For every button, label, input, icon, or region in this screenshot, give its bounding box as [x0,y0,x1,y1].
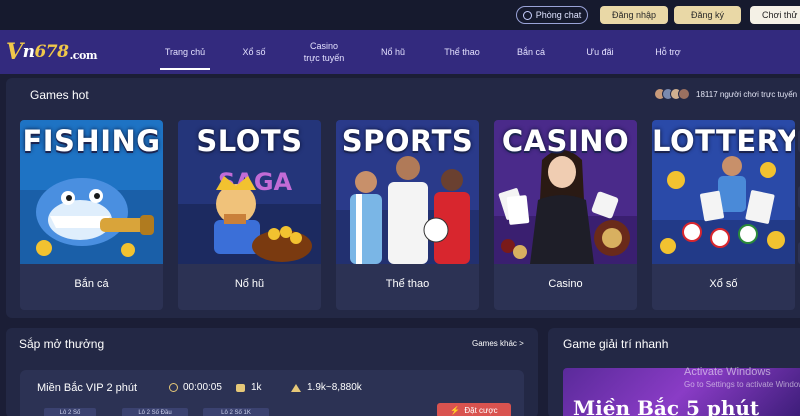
logo-number: 678 [34,42,69,62]
online-players-text: 18117 người chơi trực tuyến [696,89,798,99]
card-title: FISHING [22,124,161,158]
card-label: Casino [548,278,583,290]
nav-label: Ưu đãi [586,47,614,57]
card-title: SLOTS [196,124,303,158]
game-card-lottery[interactable]: LOTTERY Xổ số [652,120,795,310]
bet-type-chip[interactable]: Lô 2 Số 1K [203,408,269,416]
nav-sports[interactable]: Thể thao [436,30,488,74]
nav-label: Casino [309,41,338,51]
nav-label: Bắn cá [516,47,546,57]
chat-icon [522,10,532,20]
activate-line1: Activate Windows [684,366,771,378]
trial-play-button[interactable]: Chơi thử [750,6,800,24]
nav-promotions[interactable]: Ưu đãi [578,30,622,74]
top-utility-bar: Phòng chat Đăng nhập Đăng ký Chơi thử [0,0,800,30]
card-label: Bắn cá [74,278,109,290]
logo-n: n [22,42,35,62]
upcoming-draws-title: Sắp mở thưởng [19,337,105,351]
nav-home[interactable]: Trang chủ [160,30,210,74]
nav-support[interactable]: Hỗ trợ [646,30,690,74]
quick-games-title: Game giải trí nhanh [563,337,669,351]
bet-type-chip[interactable]: Lô 2 Số Đầu [122,408,188,416]
lightning-icon: ⚡ [450,406,461,415]
min-bet-value: 1k [251,382,262,393]
windows-activation-watermark: Activate Windows Go to Settings to activ… [684,366,800,389]
draw-row: Miền Bắc VIP 2 phút 00:00:05 1k 1.9k~8,8… [20,370,524,416]
chat-room-label: Phòng chat [535,10,582,20]
online-players: 18117 người chơi trực tuyến [654,88,797,100]
card-label: Thể thao [385,278,430,290]
register-button[interactable]: Đăng ký [674,6,741,24]
nav-lottery[interactable]: Xổ số [232,30,276,74]
logo-v: V [6,39,23,65]
logo-domain: .com [69,48,97,62]
nav-label: Trang chủ [164,47,206,57]
game-card-fishing[interactable]: FISHING Bắn cá [20,120,163,310]
player-avatars [654,88,690,100]
place-bet-button[interactable]: ⚡ Đặt cược [437,403,511,416]
card-title: CASINO [501,124,630,158]
game-card-slots[interactable]: SAGA SLOTS Nổ hũ [178,120,321,310]
prize-value: 1.9k~8,880k [307,382,362,393]
card-label: Xổ số [709,278,738,290]
draw-countdown: 00:00:05 [169,382,222,393]
draw-min-bet: 1k [236,382,262,393]
place-bet-label: Đặt cược [464,406,498,415]
activate-line2: Go to Settings to activate Windows. [684,380,800,389]
login-button[interactable]: Đăng nhập [600,6,668,24]
site-logo[interactable]: Vn 678 .com [6,36,97,68]
clock-icon [169,383,178,392]
card-title: SPORTS [341,124,474,158]
nav-label: Thể thao [444,47,480,57]
countdown-value: 00:00:05 [183,382,222,393]
nav-slots[interactable]: Nổ hũ [372,30,414,74]
games-hot-title: Games hot [30,88,89,102]
bet-type-chip[interactable]: Lô 2 Số [44,408,96,416]
crown-icon [291,383,301,392]
nav-sublabel: trực tuyến [303,53,345,63]
nav-label: Nổ hũ [380,47,406,57]
games-hot-panel: Games hot 18117 người chơi trực tuyến FI… [6,78,800,318]
avatar [678,88,690,100]
more-games-link[interactable]: Games khác > [472,339,524,348]
nav-label: Xổ số [242,47,266,57]
game-card-casino[interactable]: CASINO Casino [494,120,637,310]
draw-name: Miền Bắc VIP 2 phút [37,382,138,394]
nav-live-casino[interactable]: Casino trực tuyến [298,30,350,74]
nav-fishing[interactable]: Bắn cá [508,30,554,74]
main-nav: Vn 678 .com Trang chủ Xổ số Casino trực tuy… [0,30,800,74]
nav-label: Hỗ trợ [655,47,681,57]
card-title: LOTTERY [652,124,795,158]
coin-icon [236,383,245,392]
quick-banner-text: Miền Bắc 5 phút [573,396,760,416]
chat-room-button[interactable]: Phòng chat [516,6,588,24]
draw-prize: 1.9k~8,880k [291,382,362,393]
upcoming-draws-panel: Sắp mở thưởng Games khác > Miền Bắc VIP … [6,328,538,416]
card-label: Nổ hũ [234,278,265,290]
game-card-sports[interactable]: SPORTS Thể thao [336,120,479,310]
